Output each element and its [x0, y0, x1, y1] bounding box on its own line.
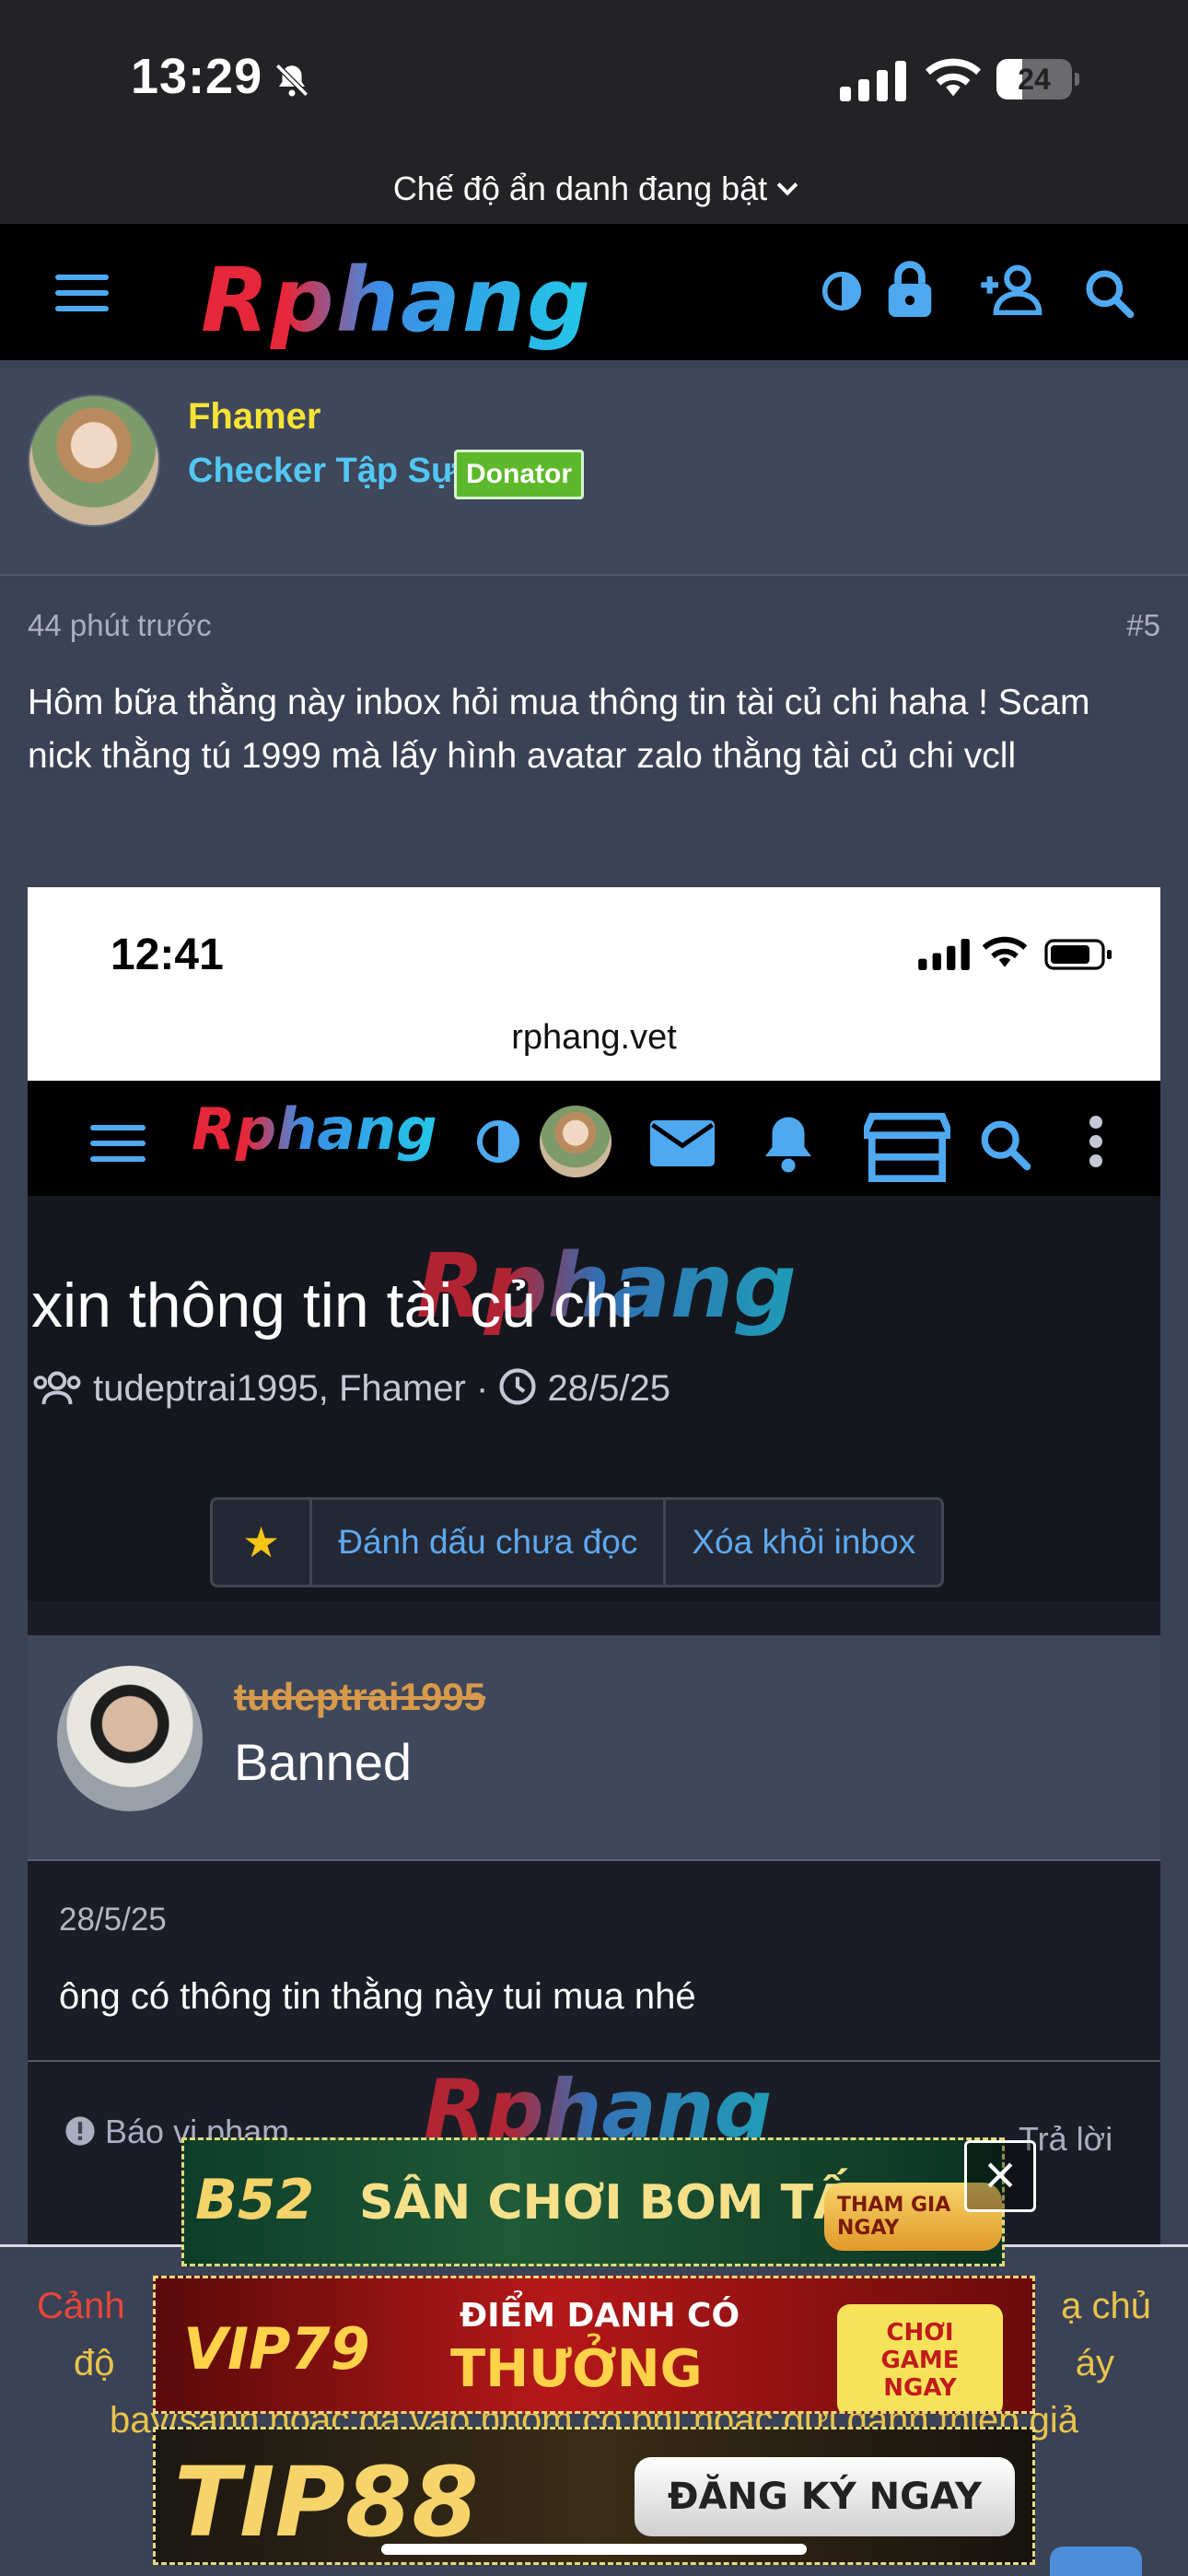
screenshot-theme-icon	[477, 1120, 519, 1163]
sender-status: Banned	[234, 1733, 413, 1791]
screenshot-avatar	[540, 1106, 611, 1177]
author-title: Checker Tập Sự	[188, 451, 457, 490]
warning-line2-end: áy	[1075, 2343, 1114, 2383]
home-indicator[interactable]	[381, 2544, 807, 2555]
users-icon	[33, 1371, 81, 1405]
star-icon: ★	[213, 1500, 313, 1585]
thread-meta: tudeptrai1995, Fhamer · 28/5/25	[31, 1367, 670, 1410]
author-avatar[interactable]	[28, 394, 160, 527]
vip79-text2: THƯỞNG	[450, 2339, 703, 2399]
post-number[interactable]: #5	[1126, 608, 1160, 643]
screenshot-search-icon	[981, 1120, 1031, 1171]
sender-avatar	[57, 1666, 203, 1811]
lock-icon[interactable]	[886, 260, 934, 317]
screenshot-time: 12:41	[111, 931, 224, 979]
status-time: 13:29	[131, 49, 263, 104]
thread-date: 28/5/25	[547, 1368, 670, 1409]
menu-icon[interactable]	[55, 275, 109, 311]
search-icon[interactable]	[1083, 267, 1135, 319]
screenshot-menu-icon	[90, 1125, 146, 1162]
store-icon	[864, 1112, 950, 1182]
message-date: 28/5/25	[59, 1902, 167, 1938]
scroll-up-button[interactable]	[1050, 2547, 1142, 2576]
vip79-text1: ĐIỂM DANH CÓ	[460, 2297, 740, 2335]
thread-participants: tudeptrai1995, Fhamer	[93, 1368, 466, 1409]
warning-prefix: Cảnh	[37, 2286, 125, 2326]
separator-dot: ·	[475, 1368, 499, 1409]
post-body: Hôm bữa thằng này inbox hỏi mua thông ti…	[28, 683, 1090, 776]
theme-toggle-icon[interactable]	[821, 271, 862, 311]
screenshot-signal-icon	[918, 939, 970, 970]
battery-icon: 24	[996, 59, 1079, 100]
sender-name: tudeptrai1995	[234, 1675, 486, 1718]
warning-line1-end: ạ chủ	[1061, 2286, 1151, 2326]
donator-badge: Donator	[454, 450, 584, 499]
cellular-signal-icon	[840, 61, 906, 101]
post-time[interactable]: 44 phút trước	[28, 608, 212, 643]
ad-banner-vip79[interactable]: VIP79 ĐIỂM DANH CÓ THƯỞNG CHƠI GAME NGAY	[153, 2276, 1035, 2414]
incognito-label: Chế độ ẩn danh đang bật	[392, 170, 768, 207]
tip88-cta: ĐĂNG KÝ NGAY	[635, 2457, 1015, 2536]
ad-banner-b52[interactable]: B52 SÂN CHƠI BOM TẤN THAM GIA NGAY	[181, 2137, 1005, 2266]
clock-icon	[499, 1368, 536, 1405]
b52-text: SÂN CHƠI BOM TẤN	[359, 2175, 891, 2231]
bell-icon	[765, 1117, 811, 1173]
vip79-cta: CHƠI GAME NGAY	[837, 2304, 1003, 2411]
battery-level: 24	[1018, 63, 1051, 96]
more-icon	[1089, 1116, 1102, 1167]
thread-actions: ★ Đánh dấu chưa đọc Xóa khỏi inbox	[210, 1497, 945, 1587]
screenshot-url: rphang.vet	[511, 1018, 677, 1057]
screenshot-logo: Rphang	[192, 1095, 437, 1163]
wifi-icon	[925, 58, 982, 97]
author-name[interactable]: Fhamer	[188, 396, 321, 438]
screenshot-wifi-icon	[982, 936, 1028, 967]
mail-icon	[650, 1120, 715, 1166]
bell-off-icon	[275, 64, 309, 97]
warning-line2-start: độ	[74, 2343, 115, 2383]
post-author-header	[0, 369, 1188, 576]
chevron-down-icon	[776, 174, 798, 196]
thread-title: xin thông tin tài củ chi	[31, 1270, 634, 1341]
add-user-icon[interactable]	[978, 263, 1044, 315]
close-ad-button[interactable]: ×	[964, 2140, 1036, 2212]
message-text: ông có thông tin thằng này tui mua nhé	[59, 1976, 696, 2017]
incognito-toggle[interactable]: Chế độ ẩn danh đang bật	[0, 170, 1188, 208]
vip79-brand: VIP79	[183, 2315, 370, 2383]
alert-icon	[65, 2116, 95, 2146]
site-logo[interactable]: Rphang	[201, 249, 592, 352]
mark-unread-button: Đánh dấu chưa đọc	[312, 1500, 667, 1585]
b52-brand: B52	[195, 2168, 315, 2232]
screenshot-battery-icon	[1044, 939, 1112, 970]
tip88-brand: TIP88	[174, 2446, 479, 2558]
remove-inbox-button: Xóa khỏi inbox	[692, 1523, 916, 1561]
